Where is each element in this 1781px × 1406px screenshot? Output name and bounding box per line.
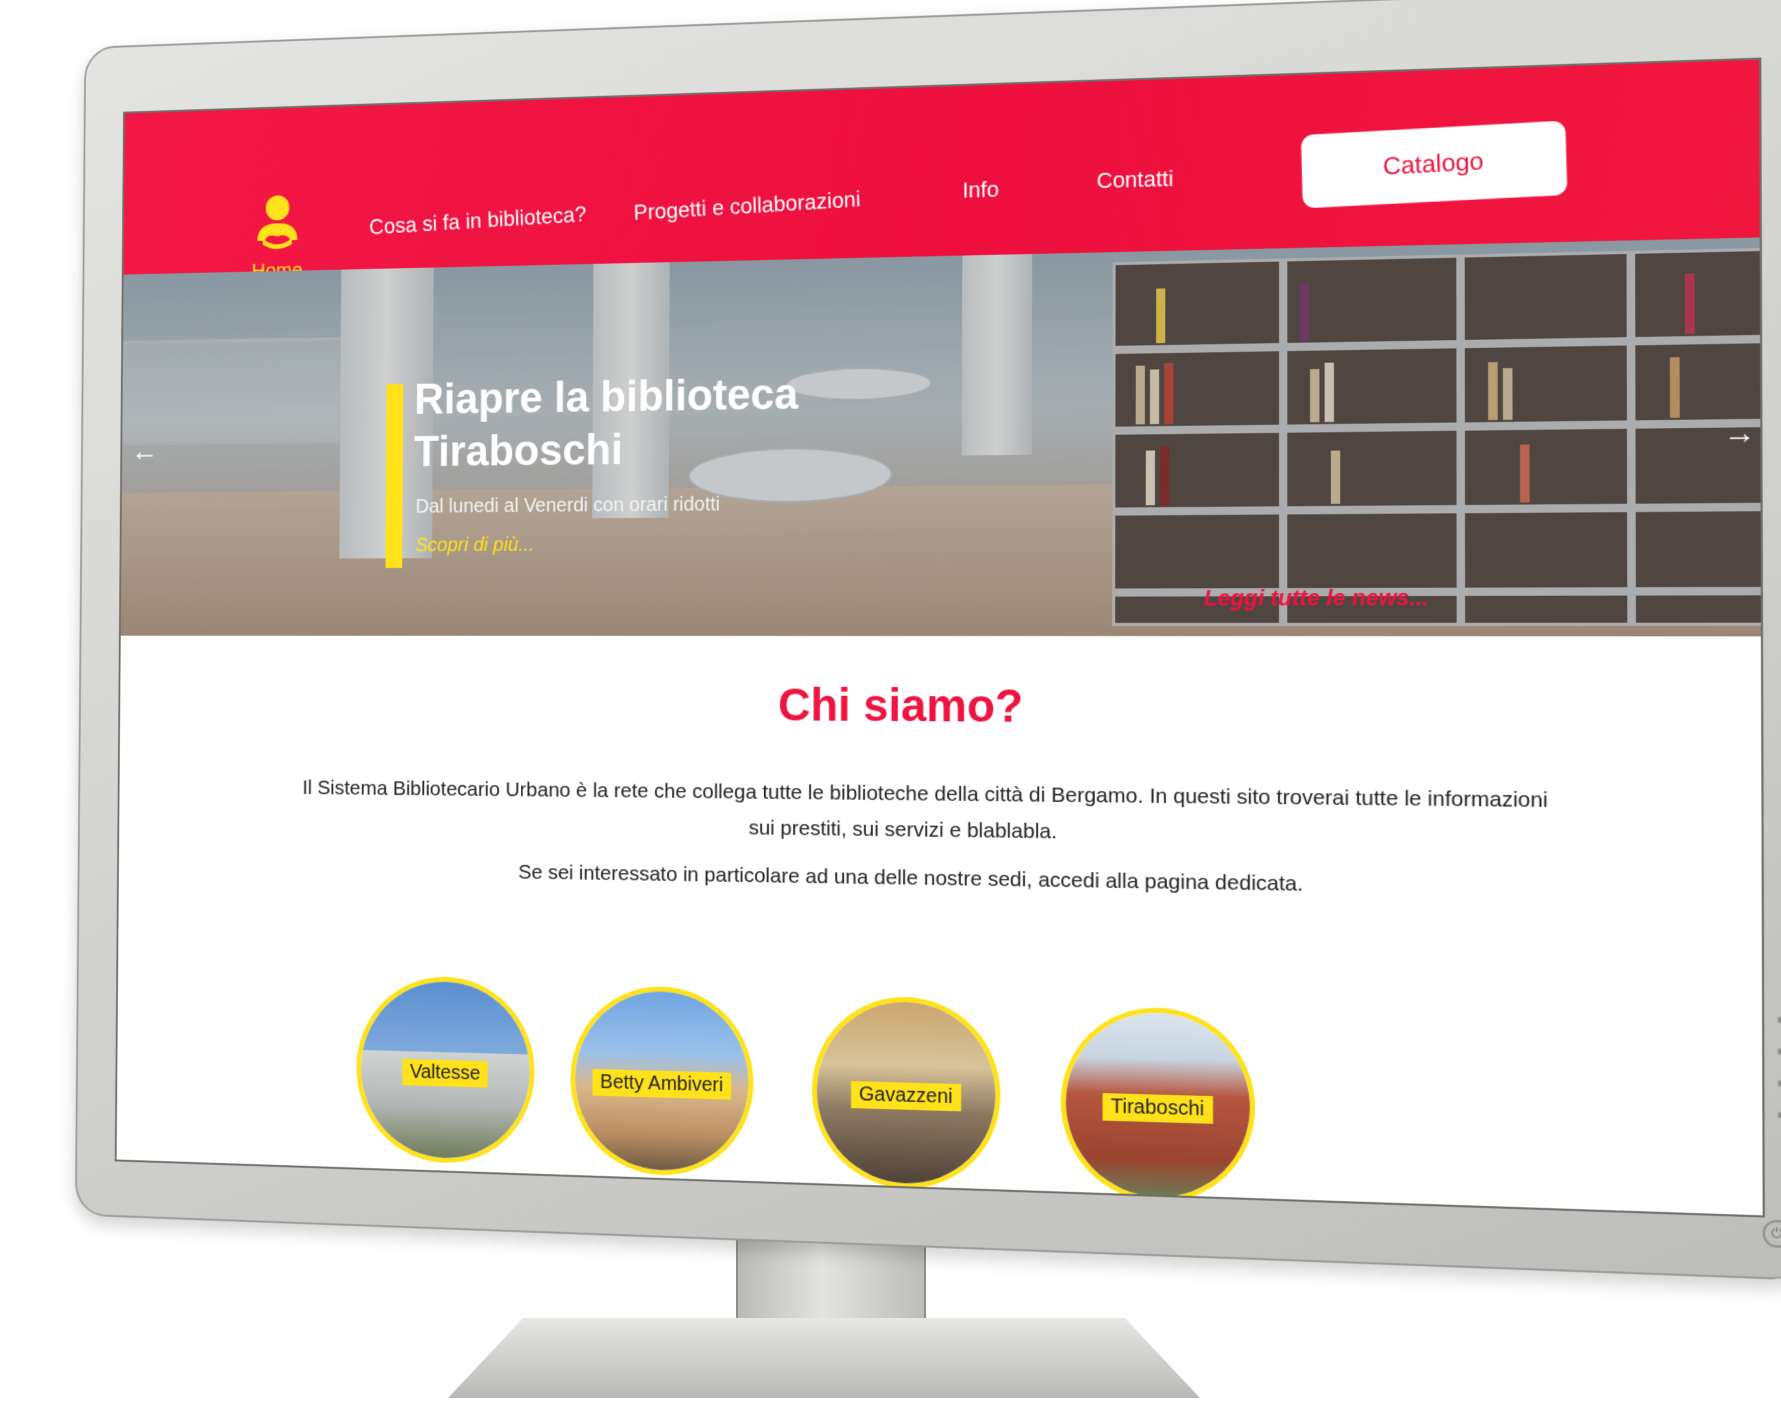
nav-item-cosa-si-fa[interactable]: Cosa si fa in biblioteca? xyxy=(369,202,587,241)
nav-item-info[interactable]: Info xyxy=(962,177,999,204)
reader-logo-icon xyxy=(257,195,298,250)
news-link[interactable]: Leggi tutte le news... xyxy=(1204,585,1429,612)
hero-title-line2: Tiraboschi xyxy=(413,425,623,476)
hero-image-overlay xyxy=(120,237,1761,637)
monitor-button-dot xyxy=(1777,1080,1781,1087)
branch-label: Tiraboschi xyxy=(1102,1093,1213,1124)
intro-paragraph: Il Sistema Bibliotecario Urbano è la ret… xyxy=(302,776,1548,844)
monitor-stand-base xyxy=(448,1318,1200,1398)
monitor-button-dot xyxy=(1777,1016,1781,1024)
monitor-button-dot xyxy=(1777,1048,1781,1055)
section-title: Chi siamo? xyxy=(778,678,1024,732)
branch-valtesse[interactable]: Valtesse xyxy=(355,975,535,1166)
slider-next-arrow-icon[interactable]: → xyxy=(1723,416,1756,452)
hero-accent-bar xyxy=(385,384,404,569)
hero-title: Riapre la biblioteca Tiraboschi xyxy=(414,368,798,479)
browser-viewport: Home Cosa si fa in biblioteca? Progetti … xyxy=(114,57,1765,1218)
intro-paragraph-branches: Se sei interessato in particolare ad una… xyxy=(518,860,1304,896)
branch-betty-ambiveri[interactable]: Betty Ambiveri xyxy=(570,984,754,1179)
branch-label: Valtesse xyxy=(402,1058,488,1088)
nav-item-progetti[interactable]: Progetti e collaborazioni xyxy=(633,186,861,226)
hero-subtitle: Dal lunedi al Venerdi con orari ridotti xyxy=(415,493,721,518)
hero-title-line1: Riapre la biblioteca xyxy=(414,370,799,424)
slider-prev-arrow-icon[interactable]: ← xyxy=(131,435,158,468)
nav-item-contatti[interactable]: Contatti xyxy=(1097,166,1174,194)
branch-gavazzeni[interactable]: Gavazzeni xyxy=(811,994,1001,1192)
branch-label: Gavazzeni xyxy=(850,1081,961,1112)
hero-more-link[interactable]: Scopri di più... xyxy=(415,534,534,557)
power-icon[interactable]: ⏻ xyxy=(1762,1219,1781,1249)
hero-slider: ← → Riapre la biblioteca Tiraboschi Dal … xyxy=(120,237,1761,637)
branch-label: Betty Ambiveri xyxy=(592,1068,731,1100)
catalog-button[interactable]: Catalogo xyxy=(1300,120,1568,209)
branch-tiraboschi[interactable]: Tiraboschi xyxy=(1060,1005,1256,1206)
monitor-frame: ⏻ Home Cosa si fa in biblioteca? Progett… xyxy=(74,0,1781,1281)
